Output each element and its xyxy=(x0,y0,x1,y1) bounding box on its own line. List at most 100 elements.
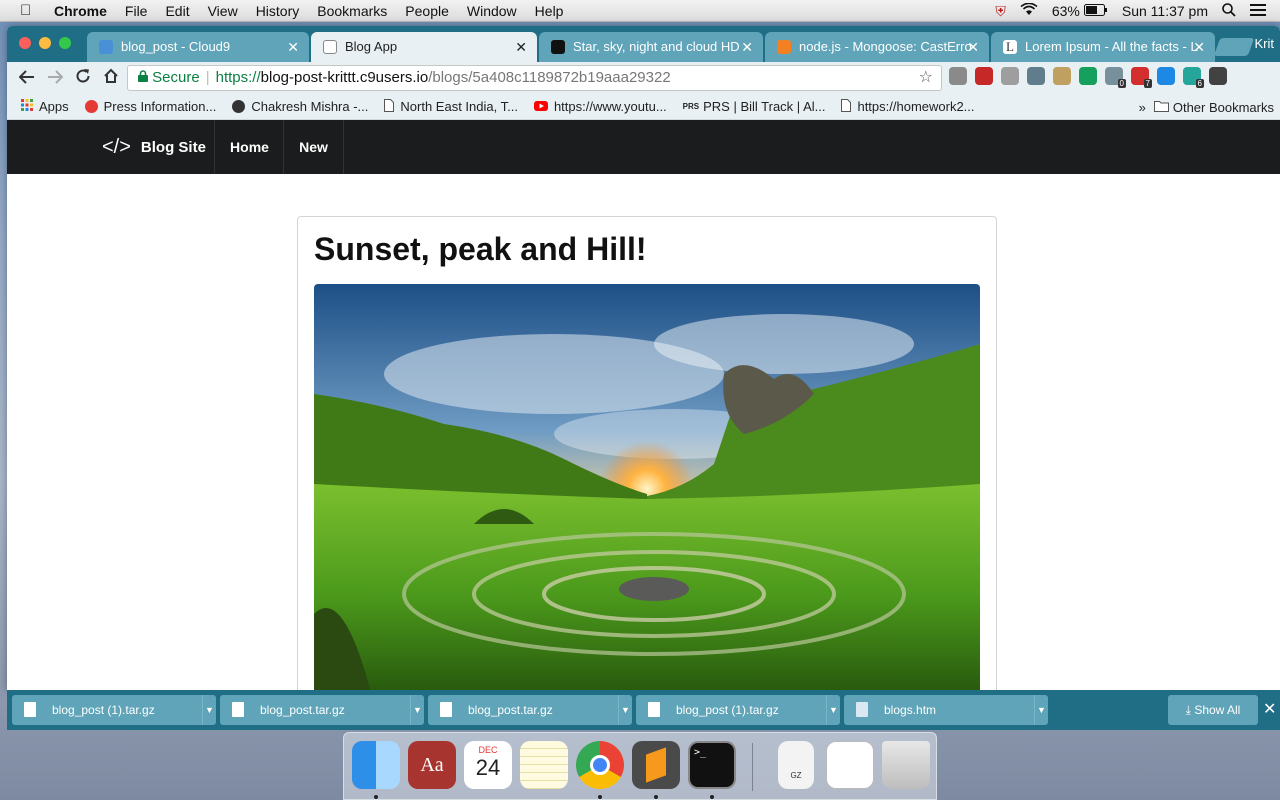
ext-6-icon[interactable] xyxy=(1079,67,1097,85)
ext-2-icon[interactable] xyxy=(975,67,993,85)
close-tab-icon[interactable]: ✕ xyxy=(515,32,527,62)
bookmark-prs-bill-track[interactable]: PRS PRS | Bill Track | Al... xyxy=(683,99,826,114)
downloads-stack-icon[interactable] xyxy=(826,741,874,789)
bookmark-youtube[interactable]: https://www.youtu... xyxy=(533,99,667,114)
other-bookmarks-button[interactable]: Other Bookmarks xyxy=(1173,100,1274,115)
bookmark-apps[interactable]: Apps xyxy=(21,99,69,114)
bookmark-homework[interactable]: https://homework2... xyxy=(841,98,975,115)
lock-icon[interactable] xyxy=(138,69,152,86)
camera-favicon-icon xyxy=(551,40,565,54)
calendar-icon[interactable]: DEC 24 xyxy=(464,741,512,789)
browser-toolbar: Secure | https://blog-post-krittt.c9users.… xyxy=(7,62,1280,94)
tab-lorem-ipsum[interactable]: L Lorem Ipsum - All the facts - L ✕ xyxy=(991,32,1215,62)
tab-title: Blog App xyxy=(345,39,398,54)
zoom-window-button[interactable] xyxy=(59,37,71,49)
chevron-down-icon[interactable]: ▼ xyxy=(410,695,424,725)
download-filename: blog_post.tar.gz xyxy=(468,703,553,717)
bookmark-chakresh-mishra[interactable]: Chakresh Mishra -... xyxy=(232,99,368,114)
nav-home-link[interactable]: Home xyxy=(214,120,284,174)
chevron-down-icon[interactable]: ▼ xyxy=(1034,695,1048,725)
chrome-icon[interactable] xyxy=(576,741,624,789)
tab-stackoverflow[interactable]: node.js - Mongoose: CastErro ✕ xyxy=(765,32,989,62)
shield-icon[interactable]: ⛨ xyxy=(995,3,1006,20)
minimize-window-button[interactable] xyxy=(39,37,51,49)
dictionary-glyph: Aa xyxy=(420,754,444,776)
chevron-down-icon[interactable]: ▼ xyxy=(618,695,632,725)
running-indicator xyxy=(598,795,602,799)
reload-icon[interactable] xyxy=(69,68,97,89)
battery-icon[interactable] xyxy=(1083,3,1108,19)
ext-11-icon[interactable] xyxy=(1209,67,1227,85)
menu-window[interactable]: Window xyxy=(467,3,517,19)
download-item[interactable]: blog_post (1).tar.gz ▼ xyxy=(636,695,840,725)
menu-view[interactable]: View xyxy=(208,3,238,19)
profile-button[interactable]: Krit xyxy=(1220,26,1280,62)
macos-dock: Aa DEC 24 >_ GZ xyxy=(343,732,937,800)
ext-1-icon[interactable] xyxy=(949,67,967,85)
download-icon: ⤓ xyxy=(1185,703,1191,717)
home-icon[interactable] xyxy=(97,68,125,89)
clock[interactable]: Sun 11:37 pm xyxy=(1122,3,1208,19)
close-tab-icon[interactable]: ✕ xyxy=(1193,32,1205,62)
close-tab-icon[interactable]: ✕ xyxy=(287,32,299,62)
bookmark-label: PRS | Bill Track | Al... xyxy=(703,99,826,114)
download-item[interactable]: blog_post.tar.gz ▼ xyxy=(220,695,424,725)
ext-8-icon[interactable]: 7 xyxy=(1131,67,1152,88)
folder-icon xyxy=(1153,100,1169,115)
ext-7-icon[interactable]: 0 xyxy=(1105,67,1126,88)
tab-blog-app[interactable]: Blog App ✕ xyxy=(311,32,537,62)
tab-cloud9[interactable]: blog_post - Cloud9 ✕ xyxy=(87,32,309,62)
more-bookmarks-chevron-icon[interactable]: » xyxy=(1139,100,1146,115)
nav-new-link[interactable]: New xyxy=(283,120,344,174)
show-all-label: Show All xyxy=(1194,703,1241,717)
menu-bookmarks[interactable]: Bookmarks xyxy=(317,3,387,19)
sublime-logo-icon xyxy=(646,747,666,783)
finder-icon[interactable] xyxy=(352,741,400,789)
ext-5-icon[interactable] xyxy=(1053,67,1071,85)
menu-edit[interactable]: Edit xyxy=(165,3,189,19)
menu-chrome[interactable]: Chrome xyxy=(54,3,107,19)
ext-4-icon[interactable] xyxy=(1027,67,1045,85)
bookmark-label: North East India, T... xyxy=(400,99,518,114)
bookmark-press-information[interactable]: Press Information... xyxy=(84,99,216,114)
running-indicator xyxy=(374,795,378,799)
chevron-down-icon[interactable]: ▼ xyxy=(202,695,216,725)
menu-history[interactable]: History xyxy=(256,3,300,19)
site-brand-link[interactable]: </> Blog Site xyxy=(102,120,215,174)
menu-people[interactable]: People xyxy=(405,3,449,19)
forward-arrow-icon[interactable] xyxy=(41,68,69,89)
tab-star-sky[interactable]: Star, sky, night and cloud HD ✕ xyxy=(539,32,763,62)
show-all-downloads-button[interactable]: ⤓ Show All xyxy=(1168,695,1258,725)
chevron-down-icon[interactable]: ▼ xyxy=(826,695,840,725)
bookmark-north-east-india[interactable]: North East India, T... xyxy=(384,98,518,115)
ext-10-icon[interactable]: 6 xyxy=(1183,67,1204,88)
apple-menu-icon[interactable]:  xyxy=(20,2,38,19)
close-window-button[interactable] xyxy=(19,37,31,49)
dictionary-icon[interactable]: Aa xyxy=(408,741,456,789)
file-icon xyxy=(24,702,36,717)
address-bar[interactable]: Secure | https://blog-post-krittt.c9users.… xyxy=(127,65,942,91)
download-item[interactable]: blog_post.tar.gz ▼ xyxy=(428,695,632,725)
notes-icon[interactable] xyxy=(520,741,568,789)
ext-3-icon[interactable] xyxy=(1001,67,1019,85)
close-shelf-icon[interactable]: ✕ xyxy=(1263,690,1276,730)
archive-file-icon[interactable]: GZ xyxy=(778,741,814,789)
close-tab-icon[interactable]: ✕ xyxy=(741,32,753,62)
bookmark-star-icon[interactable]: ☆ xyxy=(919,66,933,90)
menu-file[interactable]: File xyxy=(125,3,148,19)
trash-icon[interactable] xyxy=(882,741,930,789)
ext-9-icon[interactable] xyxy=(1157,67,1175,85)
sublime-text-icon[interactable] xyxy=(632,741,680,789)
download-filename: blogs.htm xyxy=(884,703,937,717)
download-filename: blog_post.tar.gz xyxy=(260,703,345,717)
menu-help[interactable]: Help xyxy=(535,3,564,19)
close-tab-icon[interactable]: ✕ xyxy=(967,32,979,62)
apps-grid-icon xyxy=(21,99,33,114)
wifi-icon[interactable] xyxy=(1020,2,1038,19)
download-item[interactable]: blogs.htm ▼ xyxy=(844,695,1048,725)
back-arrow-icon[interactable] xyxy=(13,68,41,89)
terminal-icon[interactable]: >_ xyxy=(688,741,736,789)
spotlight-search-icon[interactable] xyxy=(1222,2,1236,20)
notification-center-icon[interactable] xyxy=(1250,3,1266,19)
download-item[interactable]: blog_post (1).tar.gz ▼ xyxy=(12,695,216,725)
